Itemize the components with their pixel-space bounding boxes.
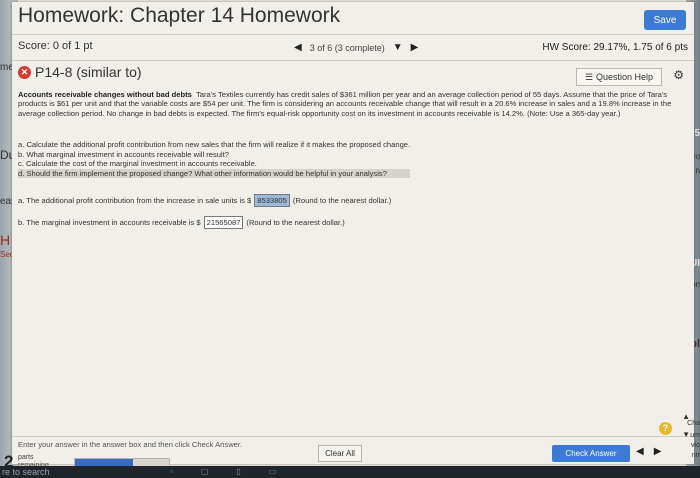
score-divider — [12, 60, 694, 61]
question-navigator: ◀ 3 of 6 (3 complete) ▼ ▶ — [294, 42, 418, 53]
homework-window: Homework: Chapter 14 Homework Save Score… — [12, 2, 694, 464]
list-icon: ☰ — [584, 71, 594, 82]
problem-title: P14-8 (similar to) — [35, 64, 142, 80]
taskbar-icons[interactable]: ▫▢▯▭ — [170, 467, 304, 476]
answer-a-row: a. The additional profit contribution fr… — [18, 194, 391, 207]
bg-fragment: ntr — [691, 452, 700, 459]
instruction-text: Enter your answer in the answer box and … — [18, 440, 243, 449]
help-icon[interactable]: ? — [659, 422, 672, 435]
question-parts: a. Calculate the additional profit contr… — [18, 140, 411, 178]
answer-b-hint: (Round to the nearest dollar.) — [246, 218, 345, 227]
bg-fragment: vio — [691, 442, 700, 449]
scroll-down-icon[interactable]: ▼ — [682, 430, 690, 439]
prev-question-button[interactable]: ◀ — [294, 42, 302, 53]
question-help-label: Question Help — [596, 72, 654, 82]
footer-divider — [12, 436, 694, 437]
bg-fragment: H — [0, 232, 11, 248]
part-pager: ◀ ▶ — [636, 446, 661, 457]
part-d-text: d. Should the firm implement the propose… — [18, 168, 411, 178]
part-a-text: a. Calculate the additional profit contr… — [18, 140, 411, 149]
taskbar-search[interactable]: re to search — [2, 467, 50, 477]
check-answer-button[interactable]: Check Answer — [552, 445, 630, 462]
answer-a-prefix: a. The additional profit contribution fr… — [18, 196, 252, 205]
question-text: Accounts receivable changes without bad … — [18, 90, 678, 118]
question-help-button[interactable]: ☰ Question Help — [576, 68, 662, 86]
hw-score: HW Score: 29.17%, 1.75 of 6 pts — [542, 42, 688, 53]
taskbar: re to search ▫▢▯▭ — [0, 466, 700, 478]
header-divider — [12, 34, 694, 35]
answer-a-input[interactable]: 8533805 — [254, 194, 290, 207]
answer-a-hint: (Round to the nearest dollar.) — [292, 196, 392, 205]
bg-fragment: Cha — [687, 420, 700, 427]
next-question-button[interactable]: ▶ — [411, 42, 419, 53]
question-heading: Accounts receivable changes without bad … — [18, 90, 192, 99]
bg-fragment: um — [690, 432, 700, 439]
question-dropdown[interactable]: ▼ — [393, 42, 403, 53]
bg-fragment: 5 — [694, 128, 700, 139]
gear-icon[interactable]: ⚙ — [673, 68, 684, 82]
page-title: Homework: Chapter 14 Homework — [18, 4, 341, 27]
next-part-button[interactable]: ▶ — [654, 446, 662, 457]
answer-b-row: b. The marginal investment in accounts r… — [18, 216, 345, 229]
problem-header: ✕ P14-8 (similar to) — [18, 64, 142, 80]
incorrect-x-icon: ✕ — [18, 65, 31, 79]
prev-part-button[interactable]: ◀ — [636, 446, 644, 457]
answer-b-prefix: b. The marginal investment in accounts r… — [18, 218, 201, 227]
part-c-text: c. Calculate the cost of the marginal in… — [18, 159, 257, 168]
parts-label-line1: parts — [18, 454, 34, 461]
score-text: Score: 0 of 1 pt — [18, 40, 93, 52]
answer-b-input[interactable]: 21565087 — [203, 216, 244, 229]
save-button[interactable]: Save — [644, 10, 686, 30]
part-b-text: b. What marginal investment in accounts … — [18, 149, 230, 159]
bg-fragment: n — [695, 166, 700, 175]
question-position: 3 of 6 (3 complete) — [309, 42, 385, 53]
clear-all-button[interactable]: Clear All — [318, 445, 362, 462]
